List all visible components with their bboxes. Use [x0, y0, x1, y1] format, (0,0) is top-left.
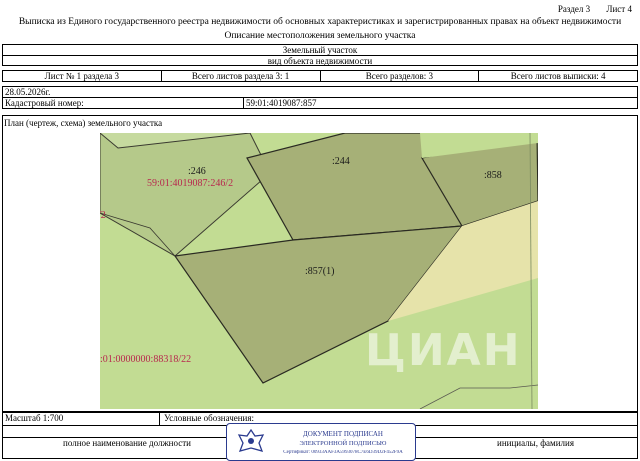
- total-extract-sheets: Всего листов выписки: 4: [510, 71, 606, 81]
- cadastral-row: Кадастровый номер: 59:01:4019087:857: [2, 97, 638, 109]
- stamp-certificate: Сертификат: 00933AAF3A5993078C7E6D39D2F4…: [283, 450, 403, 455]
- sheets-row: Лист № 1 раздела 3 Всего листов раздела …: [2, 70, 638, 82]
- document-title: Выписка из Единого государственного реес…: [18, 17, 622, 27]
- stamp-line-2: ЭЛЕКТРОННОЙ ПОДПИСЬЮ: [299, 440, 387, 447]
- scale-text: Масштаб 1:700: [5, 413, 64, 423]
- red-label-88318: :01:0000000:88318/22: [100, 354, 191, 365]
- emblem-icon: [237, 428, 265, 452]
- label-244: :244: [332, 156, 350, 167]
- label-246: :246: [188, 166, 206, 177]
- label-858: :858: [484, 170, 502, 181]
- red-label-246-2: 59:01:4019087:246/2: [147, 178, 233, 189]
- position-caption: полное наименование должности: [63, 438, 191, 448]
- section-number: Раздел 3: [557, 4, 591, 14]
- object-name: Земельный участок: [282, 44, 358, 55]
- extract-date: 28.05.2026г.: [5, 87, 51, 97]
- object-caption: вид объекта недвижимости: [3, 54, 637, 66]
- cian-watermark: ЦИАН: [365, 325, 522, 376]
- label-857: :857(1): [305, 266, 334, 277]
- total-section-sheets: Всего листов раздела 3: 1: [162, 71, 321, 81]
- digital-signature-stamp: ДОКУМЕНТ ПОДПИСАН ЭЛЕКТРОННОЙ ПОДПИСЬЮ С…: [226, 423, 416, 461]
- object-type-block: Земельный участок вид объекта недвижимос…: [2, 44, 638, 66]
- total-sections: Всего разделов: 3: [321, 71, 480, 81]
- document-subtitle: Описание местоположения земельного участ…: [224, 31, 416, 41]
- name-caption: инициалы, фамилия: [497, 438, 574, 448]
- stamp-line-1: ДОКУМЕНТ ПОДПИСАН: [303, 430, 383, 438]
- plan-label: План (чертеж, схема) земельного участка: [4, 118, 163, 128]
- sheet-number: Лист 4: [606, 4, 632, 14]
- red-label-2: /2: [100, 210, 106, 221]
- cadastral-label: Кадастровый номер:: [3, 98, 244, 108]
- sheet-no: Лист № 1 раздела 3: [3, 71, 162, 81]
- cadastral-number: 59:01:4019087:857: [246, 98, 317, 108]
- section-sheet-header: Раздел 3 Лист 4: [544, 4, 632, 14]
